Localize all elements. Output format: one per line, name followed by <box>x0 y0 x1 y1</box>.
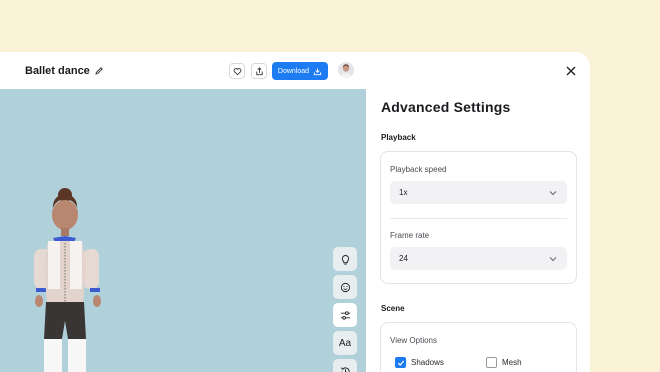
avatar-character-figure <box>34 188 101 372</box>
scene-card: View Options Shadows Mesh <box>380 322 577 372</box>
avatar-image <box>340 64 352 78</box>
history-icon <box>340 366 350 372</box>
expression-tool-button[interactable] <box>333 275 357 299</box>
heart-icon <box>233 67 241 75</box>
close-icon[interactable] <box>565 65 577 77</box>
text-tool-label: Aa <box>338 337 352 349</box>
history-tool-button[interactable] <box>333 359 357 372</box>
playback-speed-label: Playback speed <box>390 165 447 174</box>
frame-rate-select[interactable]: 24 <box>390 247 567 270</box>
share-icon <box>255 66 263 75</box>
mesh-label: Mesh <box>502 358 522 367</box>
chevron-down-icon <box>549 257 557 262</box>
text-tool-button[interactable]: Aa <box>333 331 357 355</box>
checkmark-icon <box>397 360 404 366</box>
pencil-icon[interactable] <box>94 66 104 76</box>
settings-tool-button[interactable] <box>333 303 357 327</box>
download-label: Download <box>277 67 310 75</box>
scene-section-label: Scene <box>381 304 405 313</box>
sliders-icon <box>340 310 350 320</box>
shadows-checkbox[interactable] <box>395 357 406 368</box>
project-title[interactable]: Ballet dance <box>25 65 104 77</box>
mesh-checkbox[interactable] <box>486 357 497 368</box>
view-options-label: View Options <box>390 336 437 345</box>
playback-section-label: Playback <box>381 133 416 142</box>
download-button[interactable]: Download <box>272 62 328 80</box>
lighting-tool-button[interactable] <box>333 247 357 271</box>
playback-speed-value: 1x <box>399 188 408 197</box>
panel-title: Advanced Settings <box>381 99 511 115</box>
playback-speed-select[interactable]: 1x <box>390 181 567 204</box>
lightbulb-icon <box>341 254 349 265</box>
share-button[interactable] <box>251 63 267 79</box>
3d-viewport[interactable]: Aa <box>0 89 366 372</box>
frame-rate-label: Frame rate <box>390 231 430 240</box>
chevron-down-icon <box>549 191 557 196</box>
shadows-label: Shadows <box>411 358 444 367</box>
playback-card: Playback speed 1x Frame rate 24 <box>380 151 577 284</box>
frame-rate-value: 24 <box>399 254 408 263</box>
project-title-text: Ballet dance <box>25 65 90 77</box>
user-avatar[interactable] <box>338 62 354 78</box>
divider <box>390 218 567 219</box>
face-icon <box>340 282 350 292</box>
favorite-button[interactable] <box>229 63 245 79</box>
download-icon <box>313 67 322 75</box>
